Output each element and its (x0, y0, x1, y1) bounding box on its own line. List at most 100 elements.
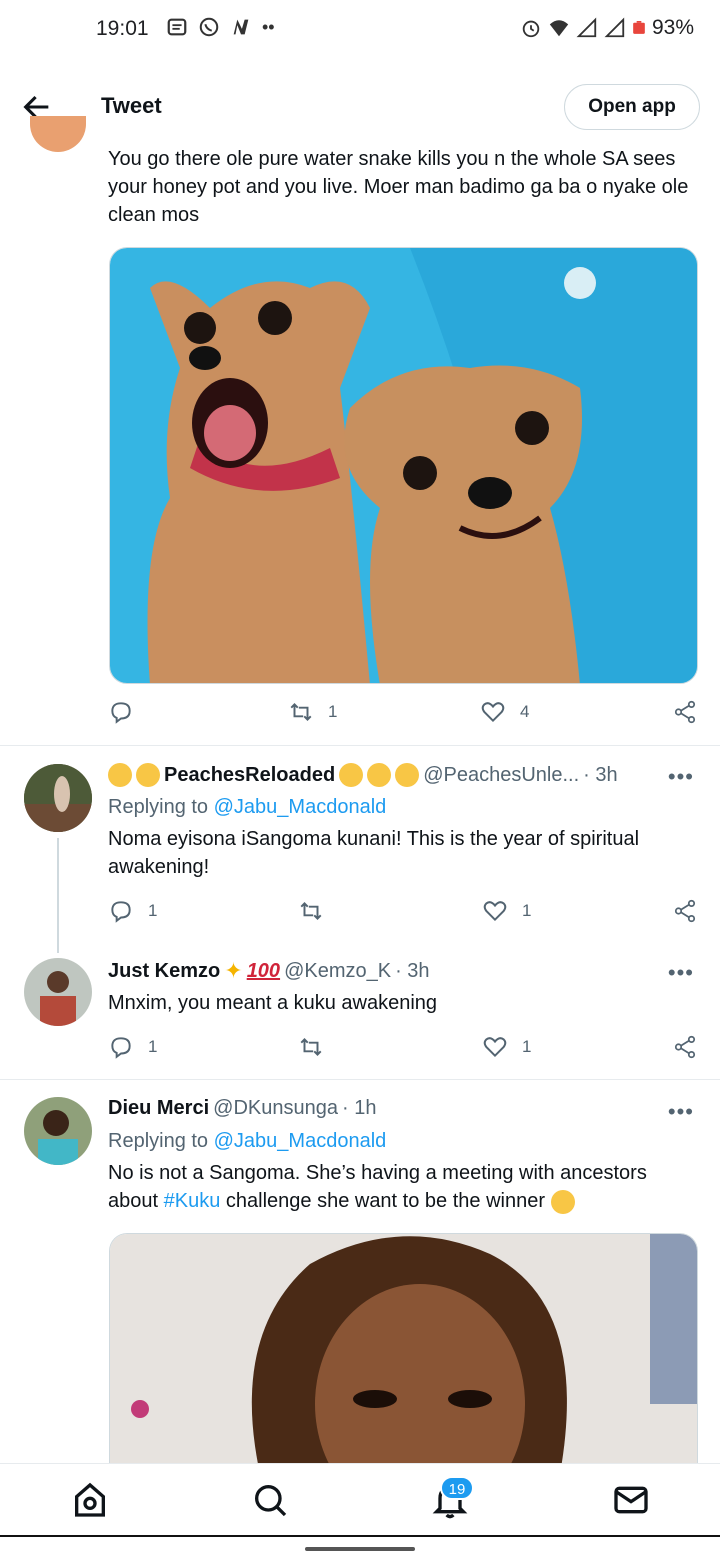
alarm-icon (522, 20, 540, 38)
tweet-image[interactable] (109, 247, 698, 684)
notification-badge: 19 (440, 1476, 474, 1500)
avatar[interactable] (24, 1097, 92, 1165)
peach-emoji-icon (367, 763, 392, 787)
like-button[interactable]: 1 (482, 898, 531, 924)
reply-button[interactable] (108, 699, 134, 725)
peach-emoji-icon (395, 763, 420, 787)
peach-emoji-icon (136, 763, 160, 787)
news-app-icon (233, 19, 249, 35)
status-time: 19:01 (96, 17, 149, 40)
hashtag-link[interactable]: #Kuku (164, 1190, 221, 1212)
home-gesture-bar[interactable] (305, 1547, 415, 1551)
thread-line (57, 838, 59, 953)
share-button[interactable] (672, 1034, 698, 1060)
dogs-photo (110, 248, 697, 683)
user-handle[interactable]: @PeachesUnle... (423, 764, 579, 787)
like-button[interactable]: 4 (480, 699, 529, 725)
battery-icon (633, 21, 645, 34)
reply-icon (111, 1037, 131, 1059)
more-options-icon[interactable]: ••• (668, 764, 694, 790)
heart-icon (483, 901, 507, 922)
replying-label: Replying to (108, 1130, 209, 1152)
reply-header: Just Kemzo ✦ 100 @Kemzo_K · 3h (108, 958, 430, 984)
share-icon (674, 899, 696, 923)
signal-icon-2 (604, 17, 625, 38)
share-button[interactable] (672, 898, 698, 924)
tweet-actions: 1 4 (108, 699, 700, 729)
sparkles-emoji-icon: ✦ (224, 958, 243, 983)
avatar[interactable] (24, 958, 92, 1026)
heart-icon (483, 1037, 507, 1058)
search-icon[interactable] (250, 1480, 290, 1520)
reply-icon (111, 702, 131, 724)
whatsapp-icon (199, 17, 219, 37)
like-count: 1 (522, 1037, 532, 1056)
avatar[interactable] (30, 116, 86, 152)
like-count: 1 (522, 901, 532, 920)
replying-label: Replying to (108, 796, 209, 818)
share-button[interactable] (672, 699, 698, 725)
more-options-icon[interactable]: ••• (668, 1099, 694, 1125)
user-handle[interactable]: @DKunsunga (213, 1097, 338, 1120)
display-name[interactable]: Dieu Merci (108, 1097, 209, 1120)
retweet-icon (290, 703, 312, 721)
bottom-nav: 19 (0, 1463, 720, 1535)
battery-percent: 93% (651, 16, 694, 39)
hundred-emoji-icon: 100 (246, 959, 281, 982)
peach-emoji-icon (339, 763, 364, 787)
tweet-text: You go there ole pure water snake kills … (108, 148, 689, 226)
like-count: 4 (520, 702, 530, 721)
reply-header: Dieu Merci @DKunsunga · 1h (108, 1097, 376, 1120)
tweet-actions: 1 1 (108, 1034, 700, 1064)
retweet-icon (300, 1038, 322, 1056)
replying-to-link[interactable]: @Jabu_Macdonald (214, 1130, 387, 1152)
reply-count: 1 (148, 901, 158, 920)
open-app-button[interactable]: Open app (564, 84, 700, 130)
share-icon (674, 1035, 696, 1059)
top-header: Tweet Open app (0, 68, 720, 144)
retweet-button[interactable] (298, 1034, 324, 1060)
reply-header: PeachesReloaded @PeachesUnle... · 3h (108, 763, 618, 787)
status-bar: 19:01 •• 93% (0, 0, 720, 58)
like-button[interactable]: 1 (482, 1034, 531, 1060)
divider (0, 1079, 720, 1080)
display-name[interactable]: Just Kemzo (108, 960, 220, 983)
winking-face-emoji-icon (550, 1189, 575, 1214)
reply-button[interactable]: 1 (108, 1034, 157, 1060)
reply-icon (111, 901, 131, 923)
peach-emoji-icon (108, 763, 132, 787)
retweet-button[interactable] (298, 898, 324, 924)
replying-to-link[interactable]: @Jabu_Macdonald (214, 796, 387, 818)
user-handle[interactable]: @Kemzo_K (284, 960, 391, 983)
tweet-image[interactable] (109, 1233, 698, 1473)
reply-button[interactable]: 1 (108, 898, 157, 924)
share-icon (674, 700, 696, 724)
replying-to: Replying to @Jabu_Macdonald (108, 1130, 386, 1153)
signal-icon (576, 17, 597, 38)
reply-text: No is not a Sangoma. She’s having a meet… (108, 1159, 688, 1215)
portrait-photo (110, 1234, 697, 1473)
divider (0, 745, 720, 746)
tweet-time: · 3h (395, 959, 430, 982)
messages-envelope-icon[interactable] (611, 1480, 651, 1520)
more-options-icon[interactable]: ••• (668, 960, 694, 986)
more-notifications-icon: •• (262, 16, 275, 37)
wifi-icon (549, 20, 569, 37)
display-name[interactable]: PeachesReloaded (164, 764, 335, 787)
message-icon (167, 18, 187, 36)
replying-to: Replying to @Jabu_Macdonald (108, 796, 386, 819)
retweet-icon (300, 902, 322, 920)
tweet-time: · 1h (341, 1097, 377, 1119)
retweet-button[interactable]: 1 (288, 699, 337, 725)
reply-count: 1 (148, 1037, 158, 1056)
reply-text-end: challenge she want to be the winner (220, 1190, 545, 1212)
reply-text: Noma eyisona iSangoma kunani! This is th… (108, 828, 640, 878)
retweet-count: 1 (328, 702, 338, 721)
page-title: Tweet (101, 93, 162, 118)
avatar[interactable] (24, 764, 92, 832)
tweet-time: · 3h (583, 763, 618, 786)
home-icon[interactable] (70, 1480, 110, 1520)
reply-text: Mnxim, you meant a kuku awakening (108, 992, 438, 1014)
heart-icon (481, 702, 505, 723)
tweet-actions: 1 1 (108, 898, 700, 928)
